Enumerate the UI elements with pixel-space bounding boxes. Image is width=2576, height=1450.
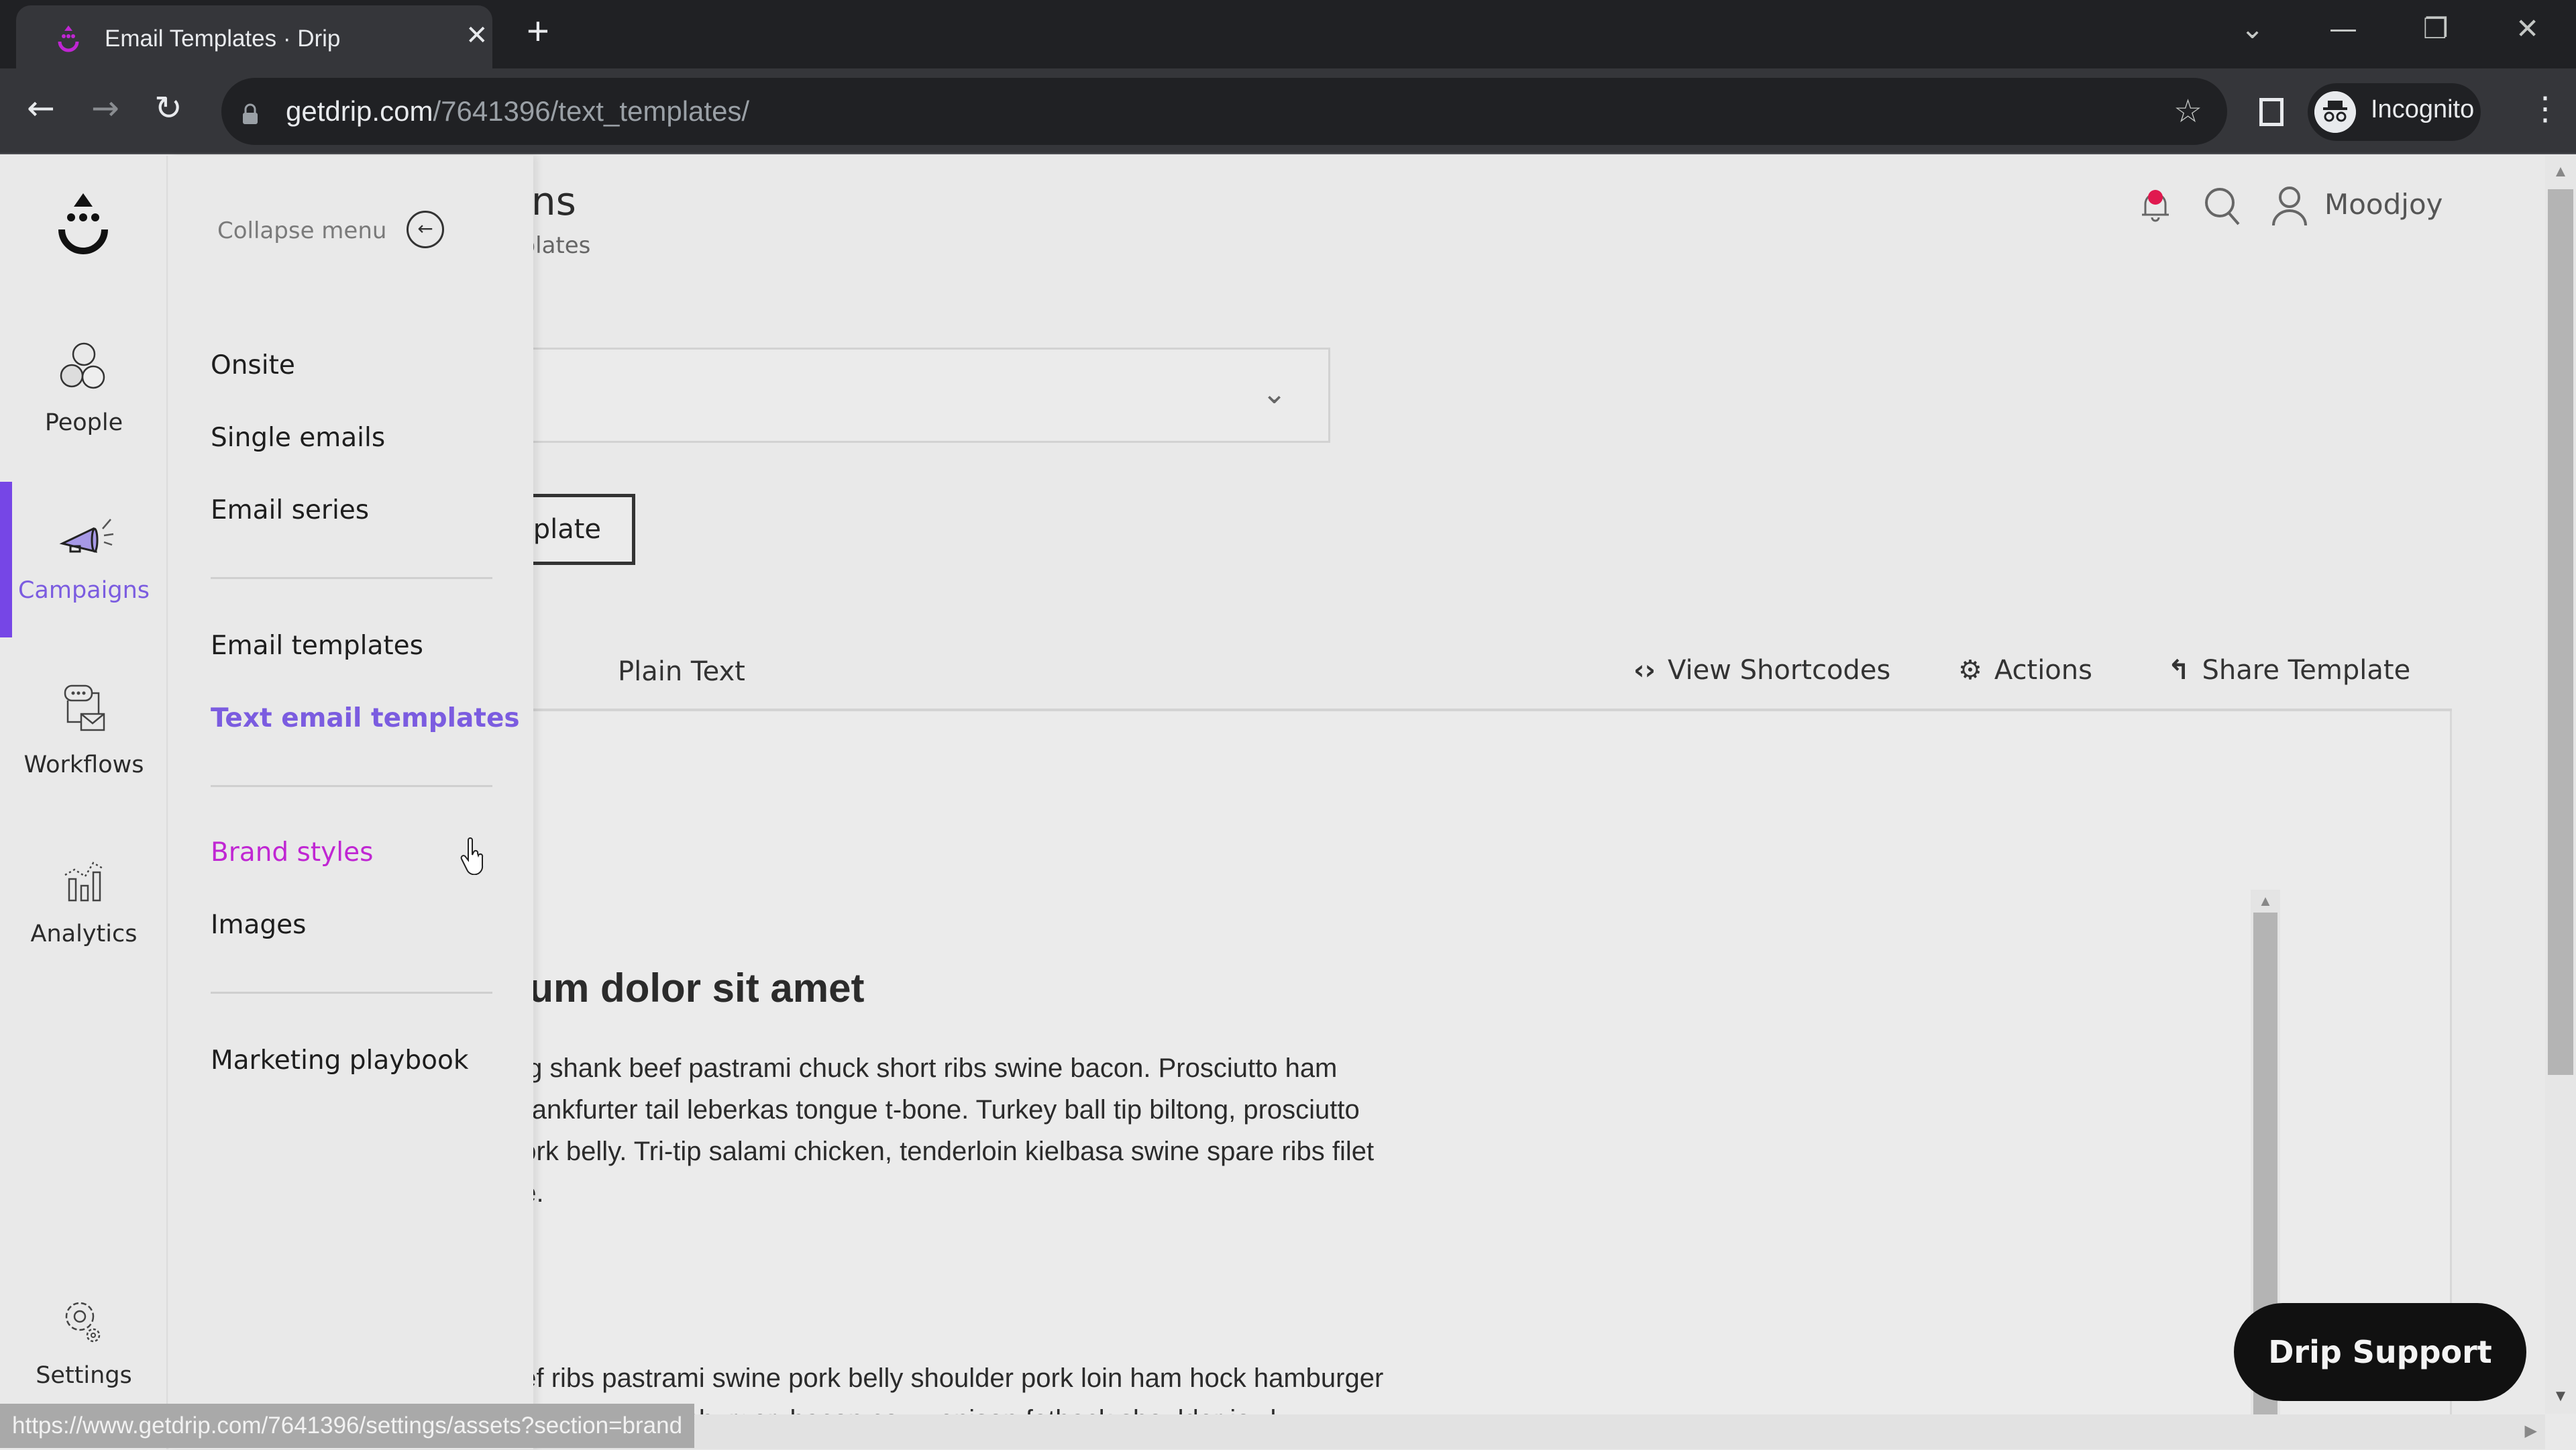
incognito-label: Incognito	[2371, 95, 2475, 123]
preview-line: pork belly. Tri-tip salami chicken, tend…	[506, 1137, 1375, 1166]
url-path: /7641396/text_templates/	[433, 95, 750, 127]
scroll-right-arrow[interactable]: ▶	[2525, 1421, 2537, 1441]
tab-search-button[interactable]: ⌄	[2241, 12, 2264, 45]
user-name[interactable]: Moodjoy	[2324, 188, 2443, 221]
close-window-button[interactable]: ✕	[2516, 12, 2539, 45]
user-avatar-icon[interactable]	[2271, 185, 2308, 227]
rail-label: Workflows	[23, 752, 144, 778]
rail-label: People	[44, 409, 123, 436]
url-host: getdrip.com	[286, 95, 433, 127]
search-icon[interactable]	[2202, 185, 2241, 227]
menu-item-email-series[interactable]: Email series	[211, 495, 369, 525]
chevron-down-icon: ⌄	[1262, 376, 1287, 411]
rail-item-settings[interactable]: Settings	[0, 1290, 168, 1389]
rail-label: Analytics	[30, 921, 138, 947]
tab-close-button[interactable]: ✕	[466, 20, 488, 51]
workflow-icon	[64, 684, 105, 731]
share-template-label: Share Template	[2202, 655, 2411, 686]
menu-item-marketing-playbook[interactable]: Marketing playbook	[211, 1045, 468, 1076]
url-text[interactable]: getdrip.com/7641396/text_templates/	[286, 95, 749, 127]
page-scroll-down[interactable]: ▼	[2545, 1387, 2576, 1406]
preview-scroll-up[interactable]: ▲	[2251, 892, 2280, 911]
menu-item-email-templates[interactable]: Email templates	[211, 631, 423, 661]
editor-tabs: L Plain Text ‹›View Shortcodes ⚙Actions …	[506, 639, 2452, 706]
actions-label: Actions	[1994, 655, 2092, 686]
actions-button[interactable]: ⚙ Actions	[1958, 655, 2092, 686]
megaphone-icon	[59, 519, 114, 553]
page-scroll-thumb[interactable]	[2548, 189, 2573, 1075]
lock-icon	[243, 103, 258, 124]
app-page: gns nplates Moodjoy ⌄ plate L Plain Text…	[0, 156, 2576, 1449]
campaigns-flyout-menu: Collapse menu ← Onsite Single emails Ema…	[169, 156, 533, 1449]
drip-support-button[interactable]: Drip Support	[2234, 1303, 2526, 1401]
status-bar-url: https://www.getdrip.com/7641396/settings…	[0, 1404, 695, 1448]
rail-label: Campaigns	[17, 577, 150, 604]
gear-icon: ⚙	[1958, 655, 1982, 686]
preview-line: eef ribs pastrami swine pork belly shoul…	[506, 1363, 1384, 1393]
notification-bell-icon[interactable]	[2140, 188, 2171, 224]
preview-line: Frankfurter tail leberkas tongue t-bone.…	[506, 1095, 1360, 1125]
analytics-icon	[64, 862, 103, 902]
side-panel-icon[interactable]	[2259, 98, 2284, 126]
menu-divider	[211, 992, 492, 994]
new-tab-button[interactable]: +	[527, 12, 549, 51]
settings-icon	[65, 1302, 101, 1343]
preview-heading: sum dolor sit amet	[506, 966, 865, 1011]
back-button[interactable]: ←	[27, 91, 55, 125]
menu-item-single-emails[interactable]: Single emails	[211, 423, 385, 453]
share-template-button[interactable]: ↰ Share Template	[2167, 655, 2410, 686]
code-icon: ‹›	[1633, 655, 1656, 686]
left-rail: People Campaigns Workflows Analytics Set…	[0, 156, 168, 1449]
tab-plain-text[interactable]: Plain Text	[618, 656, 745, 687]
preview-line: pig shank beef pastrami chuck short ribs…	[506, 1053, 1338, 1083]
browser-titlebar: Email Templates · Drip ✕ + ⌄ — ❐ ✕	[0, 0, 2576, 68]
bookmark-star-icon[interactable]: ☆	[2174, 93, 2202, 130]
reload-button[interactable]: ↻	[154, 91, 182, 125]
tab-title: Email Templates · Drip	[105, 25, 341, 52]
menu-item-brand-styles[interactable]: Brand styles	[211, 837, 373, 868]
view-shortcodes-button[interactable]: ‹› View Shortcodes	[1633, 655, 1890, 686]
incognito-icon	[2314, 91, 2356, 133]
menu-item-images[interactable]: Images	[211, 910, 306, 940]
menu-divider	[211, 785, 492, 787]
drip-logo-icon[interactable]	[52, 191, 114, 264]
menu-divider	[211, 577, 492, 579]
page-scroll-up[interactable]: ▲	[2545, 162, 2576, 181]
people-icon	[60, 342, 105, 389]
browser-tab[interactable]: Email Templates · Drip ✕	[16, 5, 492, 68]
share-arrow-icon: ↰	[2167, 655, 2190, 686]
rail-item-workflows[interactable]: Workflows	[0, 679, 168, 778]
rail-item-people[interactable]: People	[0, 337, 168, 436]
browser-toolbar: ← → ↻ getdrip.com/7641396/text_templates…	[0, 68, 2576, 154]
menu-item-text-email-templates[interactable]: Text email templates	[211, 703, 520, 733]
minimize-button[interactable]: —	[2329, 12, 2357, 45]
restore-button[interactable]: ❐	[2423, 12, 2449, 45]
forward-button[interactable]: →	[91, 91, 119, 125]
browser-menu-button[interactable]: ⋮	[2529, 93, 2561, 125]
pointer-hand-cursor-icon	[460, 837, 484, 875]
template-preview: sum dolor sit amet pig shank beef pastra…	[506, 711, 2452, 1449]
collapse-menu-label[interactable]: Collapse menu	[217, 217, 386, 244]
rail-label: Settings	[36, 1362, 132, 1389]
collapse-arrow-icon[interactable]: ←	[407, 211, 444, 248]
rail-item-analytics[interactable]: Analytics	[0, 848, 168, 947]
rail-item-campaigns[interactable]: Campaigns	[0, 505, 168, 604]
menu-item-onsite[interactable]: Onsite	[211, 350, 295, 380]
drip-favicon-icon	[58, 25, 79, 52]
main-content: gns nplates Moodjoy ⌄ plate L Plain Text…	[265, 156, 2576, 1449]
view-shortcodes-label: View Shortcodes	[1667, 655, 1891, 686]
